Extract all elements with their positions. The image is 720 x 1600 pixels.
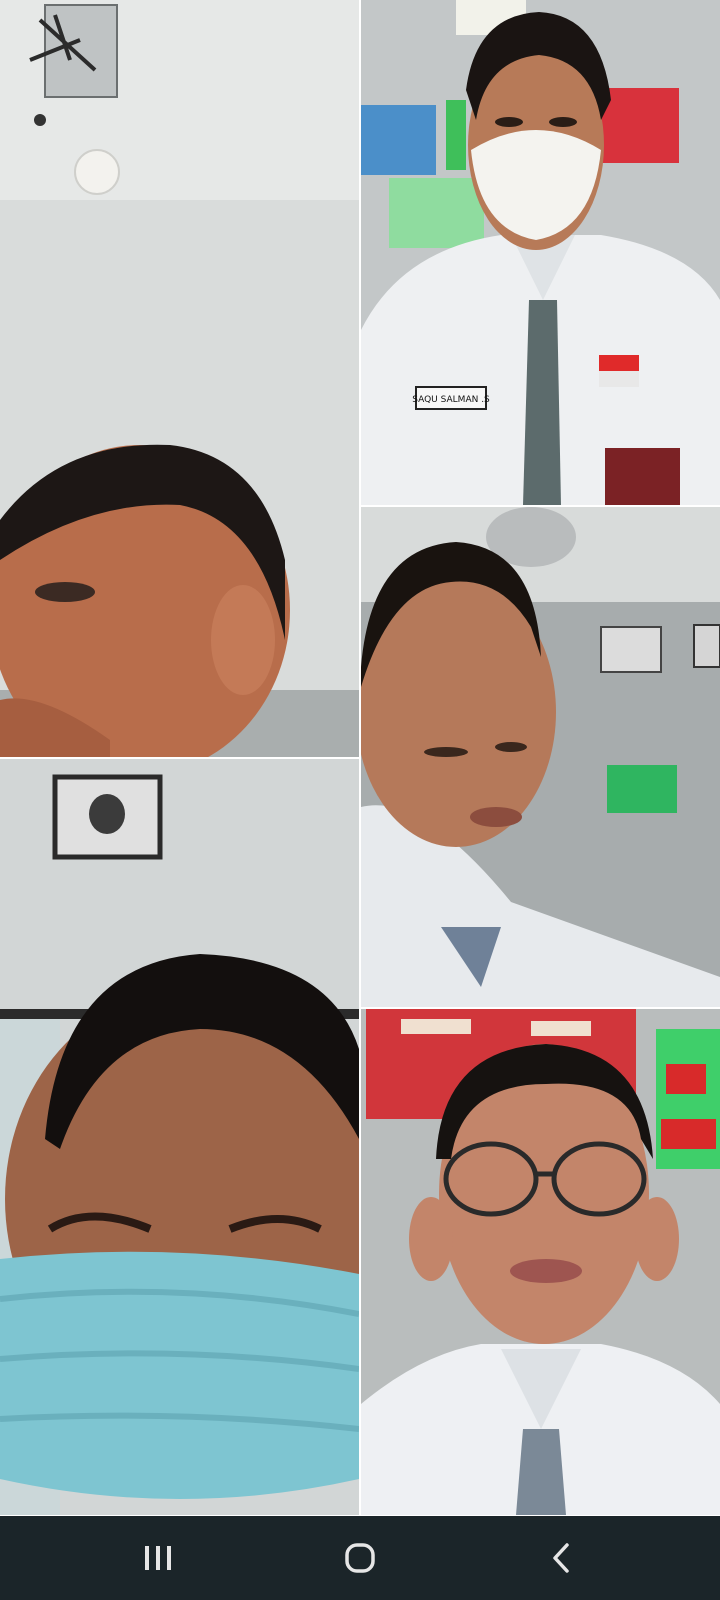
video-call-screen: SAQU SALMAN .S [0,0,720,1600]
name-tag-label: SAQU SALMAN .S [412,395,490,405]
grid-divider-left [0,757,359,759]
participant-video-tile-2[interactable]: SAQU SALMAN .S [361,0,720,505]
back-icon [553,1543,569,1573]
grid-divider-right-1 [361,505,720,507]
recent-apps-button[interactable] [118,1530,198,1586]
participant-video-1 [0,0,359,757]
participant-video-tile-3[interactable] [361,507,720,1007]
grid-divider-right-2 [361,1007,720,1009]
navigation-bar [0,1516,720,1600]
home-button[interactable] [320,1530,400,1586]
home-icon [345,1543,375,1573]
participant-video-2: SAQU SALMAN .S [361,0,720,505]
recent-apps-icon [145,1546,171,1570]
participant-video-tile-4[interactable] [0,759,359,1515]
participant-video-5 [361,1009,720,1515]
participant-video-tile-1[interactable] [0,0,359,757]
grid-divider-vertical [359,0,361,1516]
participant-video-3 [361,507,720,1007]
back-button[interactable] [522,1530,602,1586]
participant-video-4 [0,759,359,1515]
participant-video-tile-5[interactable] [361,1009,720,1515]
